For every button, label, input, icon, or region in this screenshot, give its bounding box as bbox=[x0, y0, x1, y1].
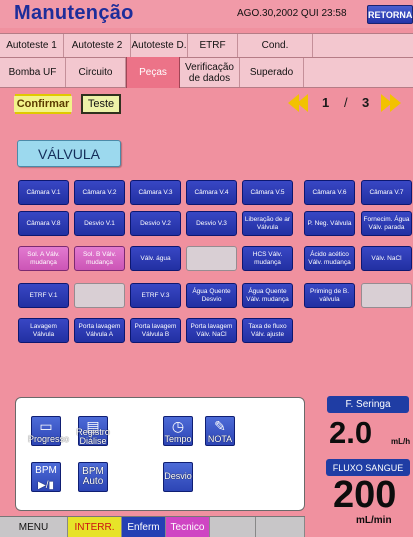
time-label: Tempo bbox=[164, 434, 192, 444]
footer-tab-enferm[interactable]: Enferm bbox=[122, 517, 166, 537]
tab-autoteste-d[interactable]: Autoteste D. bbox=[131, 34, 188, 57]
valve-button[interactable]: Porta lavagem Válvula A bbox=[74, 318, 125, 343]
valve-button[interactable]: Câmara V.6 bbox=[304, 180, 355, 205]
footer-menu: MENU INTERR. Enferm Tecnico bbox=[0, 516, 305, 537]
bpm-manual-button[interactable]: BPM ▶/▮ bbox=[31, 462, 61, 492]
note-label: NOTA bbox=[207, 434, 233, 444]
bpm-manual-label: BPM bbox=[35, 465, 57, 476]
valve-button[interactable]: Válv. água bbox=[130, 246, 181, 271]
tab-circuito[interactable]: Circuito bbox=[66, 58, 126, 87]
clock-icon: ◷ bbox=[171, 418, 185, 434]
tab-etrf[interactable]: ETRF bbox=[188, 34, 238, 57]
valve-button[interactable]: Lavagem Válvula bbox=[18, 318, 69, 343]
blood-flow-value: 200 bbox=[333, 474, 397, 516]
valve-button[interactable]: Desvio V.3 bbox=[186, 211, 237, 236]
footer-tab-tecnico[interactable]: Tecnico bbox=[166, 517, 210, 537]
valve-button[interactable]: Desvio V.2 bbox=[130, 211, 181, 236]
progress-icon: ▭ bbox=[39, 418, 53, 434]
registry-button[interactable]: ▤ Registro Diálise bbox=[76, 416, 110, 446]
valve-button[interactable]: Câmara V.1 bbox=[18, 180, 69, 205]
valve-button[interactable]: Taxa de fluxo Válv. ajuste bbox=[242, 318, 293, 343]
bottom-panel: ▭ Progresso ▤ Registro Diálise ◷ Tempo ✎… bbox=[15, 397, 305, 511]
valve-button[interactable]: Ácido acético Válv. mudança bbox=[304, 246, 355, 271]
page-total: 3 bbox=[362, 95, 370, 110]
footer-tab-empty[interactable] bbox=[256, 517, 305, 537]
tab-cond[interactable]: Cond. bbox=[238, 34, 313, 57]
tab-autoteste-1[interactable]: Autoteste 1 bbox=[0, 34, 64, 57]
valve-button[interactable]: Água Quente Válv. mudança bbox=[242, 283, 293, 308]
tab-autoteste-2[interactable]: Autoteste 2 bbox=[64, 34, 131, 57]
play-pause-icon: ▶/▮ bbox=[38, 480, 54, 491]
page-title: Manutenção bbox=[14, 2, 134, 24]
tab-pecas[interactable]: Peças bbox=[126, 57, 180, 88]
confirm-label: Confirmar bbox=[13, 96, 73, 112]
bypass-button[interactable]: Desvio bbox=[163, 462, 193, 492]
blood-flow-unit: mL/min bbox=[356, 515, 392, 526]
valve-button[interactable]: Câmara V.5 bbox=[242, 180, 293, 205]
page-current: 1 bbox=[322, 95, 330, 110]
valve-button[interactable]: Câmara V.7 bbox=[361, 180, 412, 205]
bypass-label: Desvio bbox=[164, 471, 192, 481]
valve-button[interactable]: Priming de B. válvula bbox=[304, 283, 355, 308]
time-button[interactable]: ◷ Tempo bbox=[163, 416, 193, 446]
header: Manutenção AGO.30,2002 QUI 23:58 RETORNA… bbox=[0, 0, 413, 28]
syringe-label: F. Seringa bbox=[327, 396, 409, 413]
valve-button[interactable]: Liberação de ar Válvula bbox=[242, 211, 293, 236]
progress-label: Progresso bbox=[28, 434, 70, 444]
valve-button[interactable]: Câmara V.4 bbox=[186, 180, 237, 205]
pager: 1 / 3 bbox=[288, 92, 413, 114]
valve-button[interactable]: Válv. NaCl bbox=[361, 246, 412, 271]
valve-button[interactable]: Câmara V.8 bbox=[18, 211, 69, 236]
back-button[interactable]: RETORNAR bbox=[367, 5, 413, 24]
bpm-auto-label: BPM Auto bbox=[82, 466, 104, 487]
valve-button[interactable]: Água Quente Desvio bbox=[186, 283, 237, 308]
tab-verificacao-dados[interactable]: Verificação de dados bbox=[180, 58, 240, 87]
footer-tab-empty[interactable] bbox=[210, 517, 256, 537]
datetime-display: AGO.30,2002 QUI 23:58 bbox=[237, 8, 347, 19]
test-button[interactable]: Teste bbox=[81, 94, 121, 114]
confirm-button[interactable]: Confirmar bbox=[13, 94, 73, 114]
tab-superado[interactable]: Superado bbox=[240, 58, 304, 87]
valve-button[interactable]: Câmara V.2 bbox=[74, 180, 125, 205]
valve-button[interactable]: Fornecim. Água Válv. parada bbox=[361, 211, 412, 236]
valve-button[interactable]: Porta lavagem Válvula B bbox=[130, 318, 181, 343]
valve-button[interactable]: ETRF V.1 bbox=[18, 283, 69, 308]
note-button[interactable]: ✎ NOTA bbox=[205, 416, 235, 446]
valve-button[interactable]: Câmara V.3 bbox=[130, 180, 181, 205]
tab-bar-bottom: Bomba UF Circuito Peças Verificação de d… bbox=[0, 57, 413, 88]
valve-button[interactable]: P. Neg. Válvula bbox=[304, 211, 355, 236]
page-next-icon[interactable] bbox=[390, 94, 401, 112]
section-label-valvula: VÁLVULA bbox=[17, 140, 121, 167]
registry-label: Registro Diálise bbox=[76, 427, 110, 446]
valve-button[interactable]: HCS Válv. mudança bbox=[242, 246, 293, 271]
syringe-value: 2.0 bbox=[329, 415, 373, 450]
page-prev-icon[interactable] bbox=[297, 94, 308, 112]
tab-bomba-uf[interactable]: Bomba UF bbox=[0, 58, 66, 87]
valve-button[interactable]: Sol. B Válv. mudança bbox=[74, 246, 125, 271]
progress-button[interactable]: ▭ Progresso bbox=[28, 416, 70, 446]
page-separator: / bbox=[344, 95, 348, 110]
footer-tab-interr[interactable]: INTERR. bbox=[68, 517, 122, 537]
valve-button-empty[interactable] bbox=[186, 246, 237, 271]
bpm-auto-button[interactable]: BPM Auto bbox=[78, 462, 108, 492]
valve-button[interactable]: Porta lavagem Válv. NaCl bbox=[186, 318, 237, 343]
valve-button[interactable]: Sol. A Válv. mudança bbox=[18, 246, 69, 271]
pen-icon: ✎ bbox=[214, 418, 226, 434]
valve-button-empty[interactable] bbox=[74, 283, 125, 308]
valve-button[interactable]: Desvio V.1 bbox=[74, 211, 125, 236]
tab-bar-top: Autoteste 1 Autoteste 2 Autoteste D. ETR… bbox=[0, 33, 413, 58]
footer-tab-menu[interactable]: MENU bbox=[0, 517, 68, 537]
valve-button[interactable]: ETRF V.3 bbox=[130, 283, 181, 308]
syringe-unit: mL/h bbox=[391, 437, 411, 446]
valve-button-empty[interactable] bbox=[361, 283, 412, 308]
